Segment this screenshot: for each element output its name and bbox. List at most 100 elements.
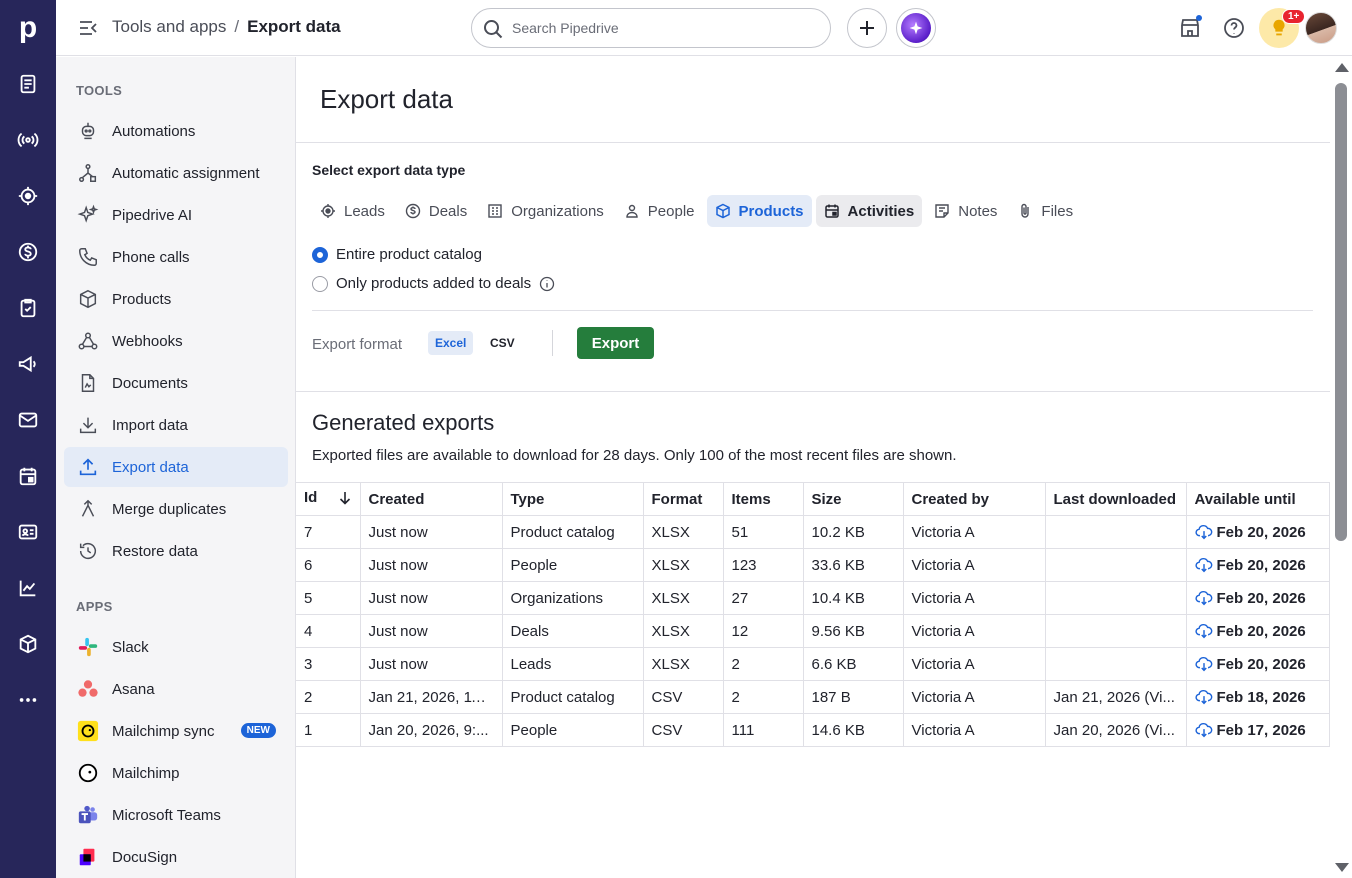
cell-items: 27 xyxy=(722,581,804,615)
sidebar-item-webhooks[interactable]: Webhooks xyxy=(64,321,288,361)
cell-available-until[interactable]: Feb 20, 2026 xyxy=(1185,515,1330,549)
column-header-id[interactable]: Id xyxy=(296,482,361,516)
column-header-type[interactable]: Type xyxy=(501,482,644,516)
calendar-icon[interactable] xyxy=(14,462,42,490)
format-csv-option[interactable]: CSV xyxy=(483,331,522,355)
download-cloud-icon[interactable] xyxy=(1194,589,1213,607)
sidebar-item-automations[interactable]: Automations xyxy=(64,111,288,151)
help-icon[interactable] xyxy=(1220,14,1248,42)
column-header-created[interactable]: Created xyxy=(359,482,503,516)
column-header-created-by[interactable]: Created by xyxy=(902,482,1046,516)
download-cloud-icon[interactable] xyxy=(1194,523,1213,541)
target-icon[interactable] xyxy=(14,182,42,210)
table-row[interactable]: 2 Jan 21, 2026, 11:... Product catalog CSV 2… xyxy=(296,680,1330,714)
breadcrumb-parent-link[interactable]: Tools and apps xyxy=(112,17,226,37)
cell-created-by: Victoria A xyxy=(902,515,1046,549)
page-scrollbar[interactable] xyxy=(1330,57,1352,878)
cell-available-until[interactable]: Feb 17, 2026 xyxy=(1185,713,1330,747)
sidebar-item-import-data[interactable]: Import data xyxy=(64,405,288,445)
activities-clipboard-icon[interactable] xyxy=(14,294,42,322)
tab-people[interactable]: People xyxy=(616,195,703,227)
leads-inbox-icon[interactable] xyxy=(14,70,42,98)
products-box-icon[interactable] xyxy=(14,630,42,658)
format-excel-option[interactable]: Excel xyxy=(428,331,474,355)
sort-descending-icon[interactable] xyxy=(338,491,352,509)
mailchimp-icon xyxy=(76,761,100,785)
sidebar-item-label: Products xyxy=(112,290,172,308)
cell-available-until[interactable]: Feb 20, 2026 xyxy=(1185,581,1330,615)
column-header-available-until[interactable]: Available until xyxy=(1185,482,1330,516)
column-header-last-downloaded[interactable]: Last downloaded xyxy=(1044,482,1187,516)
ai-assistant-button[interactable] xyxy=(896,8,936,48)
sidebar-item-merge-duplicates[interactable]: Merge duplicates xyxy=(64,489,288,529)
campaigns-signal-icon[interactable] xyxy=(14,126,42,154)
contacts-card-icon[interactable] xyxy=(14,518,42,546)
quick-add-button[interactable] xyxy=(847,8,887,48)
cell-created-by: Victoria A xyxy=(902,647,1046,681)
marketplace-store-icon[interactable] xyxy=(1176,14,1204,42)
sidebar-item-documents[interactable]: Documents xyxy=(64,363,288,403)
column-header-items[interactable]: Items xyxy=(722,482,804,516)
option-entire-catalog[interactable]: Entire product catalog xyxy=(312,246,482,263)
asana-icon xyxy=(76,677,100,701)
pipedrive-logo[interactable]: p xyxy=(0,0,56,56)
column-header-size[interactable]: Size xyxy=(802,482,904,516)
table-row[interactable]: 6 Just now People XLSX 123 33.6 KB Victoria A F… xyxy=(296,548,1330,582)
collapse-menu-icon[interactable] xyxy=(78,18,98,38)
table-row[interactable]: 7 Just now Product catalog XLSX 51 10.2 KB Vic… xyxy=(296,515,1330,549)
sidebar-item-phone-calls[interactable]: Phone calls xyxy=(64,237,288,277)
user-avatar[interactable] xyxy=(1305,12,1337,44)
sidebar-item-asana[interactable]: Asana xyxy=(64,669,288,709)
calendar-icon xyxy=(824,203,840,219)
tab-notes[interactable]: Notes xyxy=(926,195,1005,227)
radio-unchecked[interactable] xyxy=(312,275,328,292)
tab-products[interactable]: Products xyxy=(706,195,812,227)
column-header-format[interactable]: Format xyxy=(642,482,724,516)
sidebar-item-mailchimp-sync[interactable]: Mailchimp sync NEW xyxy=(64,711,288,751)
download-cloud-icon[interactable] xyxy=(1194,721,1213,739)
sidebar-item-slack[interactable]: Slack xyxy=(64,627,288,667)
option-products-in-deals[interactable]: Only products added to deals xyxy=(312,275,555,292)
sidebar-item-docusign[interactable]: DocuSign xyxy=(64,837,288,877)
tab-files[interactable]: Files xyxy=(1009,195,1081,227)
table-row[interactable]: 5 Just now Organizations XLSX 27 10.4 KB Victo… xyxy=(296,581,1330,615)
download-cloud-icon[interactable] xyxy=(1194,655,1213,673)
tab-activities[interactable]: Activities xyxy=(815,195,923,227)
insights-chart-icon[interactable] xyxy=(14,574,42,602)
mail-icon[interactable] xyxy=(14,406,42,434)
search-input[interactable] xyxy=(512,20,802,36)
tab-leads[interactable]: Leads xyxy=(312,195,393,227)
sidebar-item-mailchimp[interactable]: Mailchimp xyxy=(64,753,288,793)
sidebar-item-pipedrive-ai[interactable]: Pipedrive AI xyxy=(64,195,288,235)
cell-type: Organizations xyxy=(501,581,644,615)
cell-available-until[interactable]: Feb 20, 2026 xyxy=(1185,548,1330,582)
tab-deals[interactable]: Deals xyxy=(397,195,475,227)
table-row[interactable]: 3 Just now Leads XLSX 2 6.6 KB Victoria A Feb 2… xyxy=(296,647,1330,681)
deals-dollar-icon[interactable] xyxy=(14,238,42,266)
breadcrumb: Tools and apps / Export data xyxy=(112,17,341,37)
scroll-up-arrow-icon[interactable] xyxy=(1335,63,1349,72)
cell-available-until[interactable]: Feb 20, 2026 xyxy=(1185,647,1330,681)
sidebar-item-products[interactable]: Products xyxy=(64,279,288,319)
download-cloud-icon[interactable] xyxy=(1194,688,1213,706)
table-row[interactable]: 4 Just now Deals XLSX 12 9.56 KB Victoria A Feb… xyxy=(296,614,1330,648)
info-icon[interactable] xyxy=(539,276,555,292)
sidebar-item-automatic-assignment[interactable]: Automatic assignment xyxy=(64,153,288,193)
cell-available-until[interactable]: Feb 18, 2026 xyxy=(1185,680,1330,714)
export-button[interactable]: Export xyxy=(577,327,654,359)
download-cloud-icon[interactable] xyxy=(1194,556,1213,574)
sidebar-item-microsoft-teams[interactable]: Microsoft Teams xyxy=(64,795,288,835)
download-cloud-icon[interactable] xyxy=(1194,622,1213,640)
radio-checked[interactable] xyxy=(312,246,328,263)
more-dots-icon[interactable] xyxy=(14,686,42,714)
sidebar-item-restore-data[interactable]: Restore data xyxy=(64,531,288,571)
search-box[interactable] xyxy=(471,8,831,48)
table-row[interactable]: 1 Jan 20, 2026, 9:... People CSV 111 14.6 KB V… xyxy=(296,713,1330,747)
campaigns-megaphone-icon[interactable] xyxy=(14,350,42,378)
tab-organizations[interactable]: Organizations xyxy=(479,195,612,227)
scroll-down-arrow-icon[interactable] xyxy=(1335,863,1349,872)
cell-available-until[interactable]: Feb 20, 2026 xyxy=(1185,614,1330,648)
scrollbar-thumb[interactable] xyxy=(1335,83,1347,541)
tab-label: Notes xyxy=(958,202,998,220)
sidebar-item-export-data[interactable]: Export data xyxy=(64,447,288,487)
